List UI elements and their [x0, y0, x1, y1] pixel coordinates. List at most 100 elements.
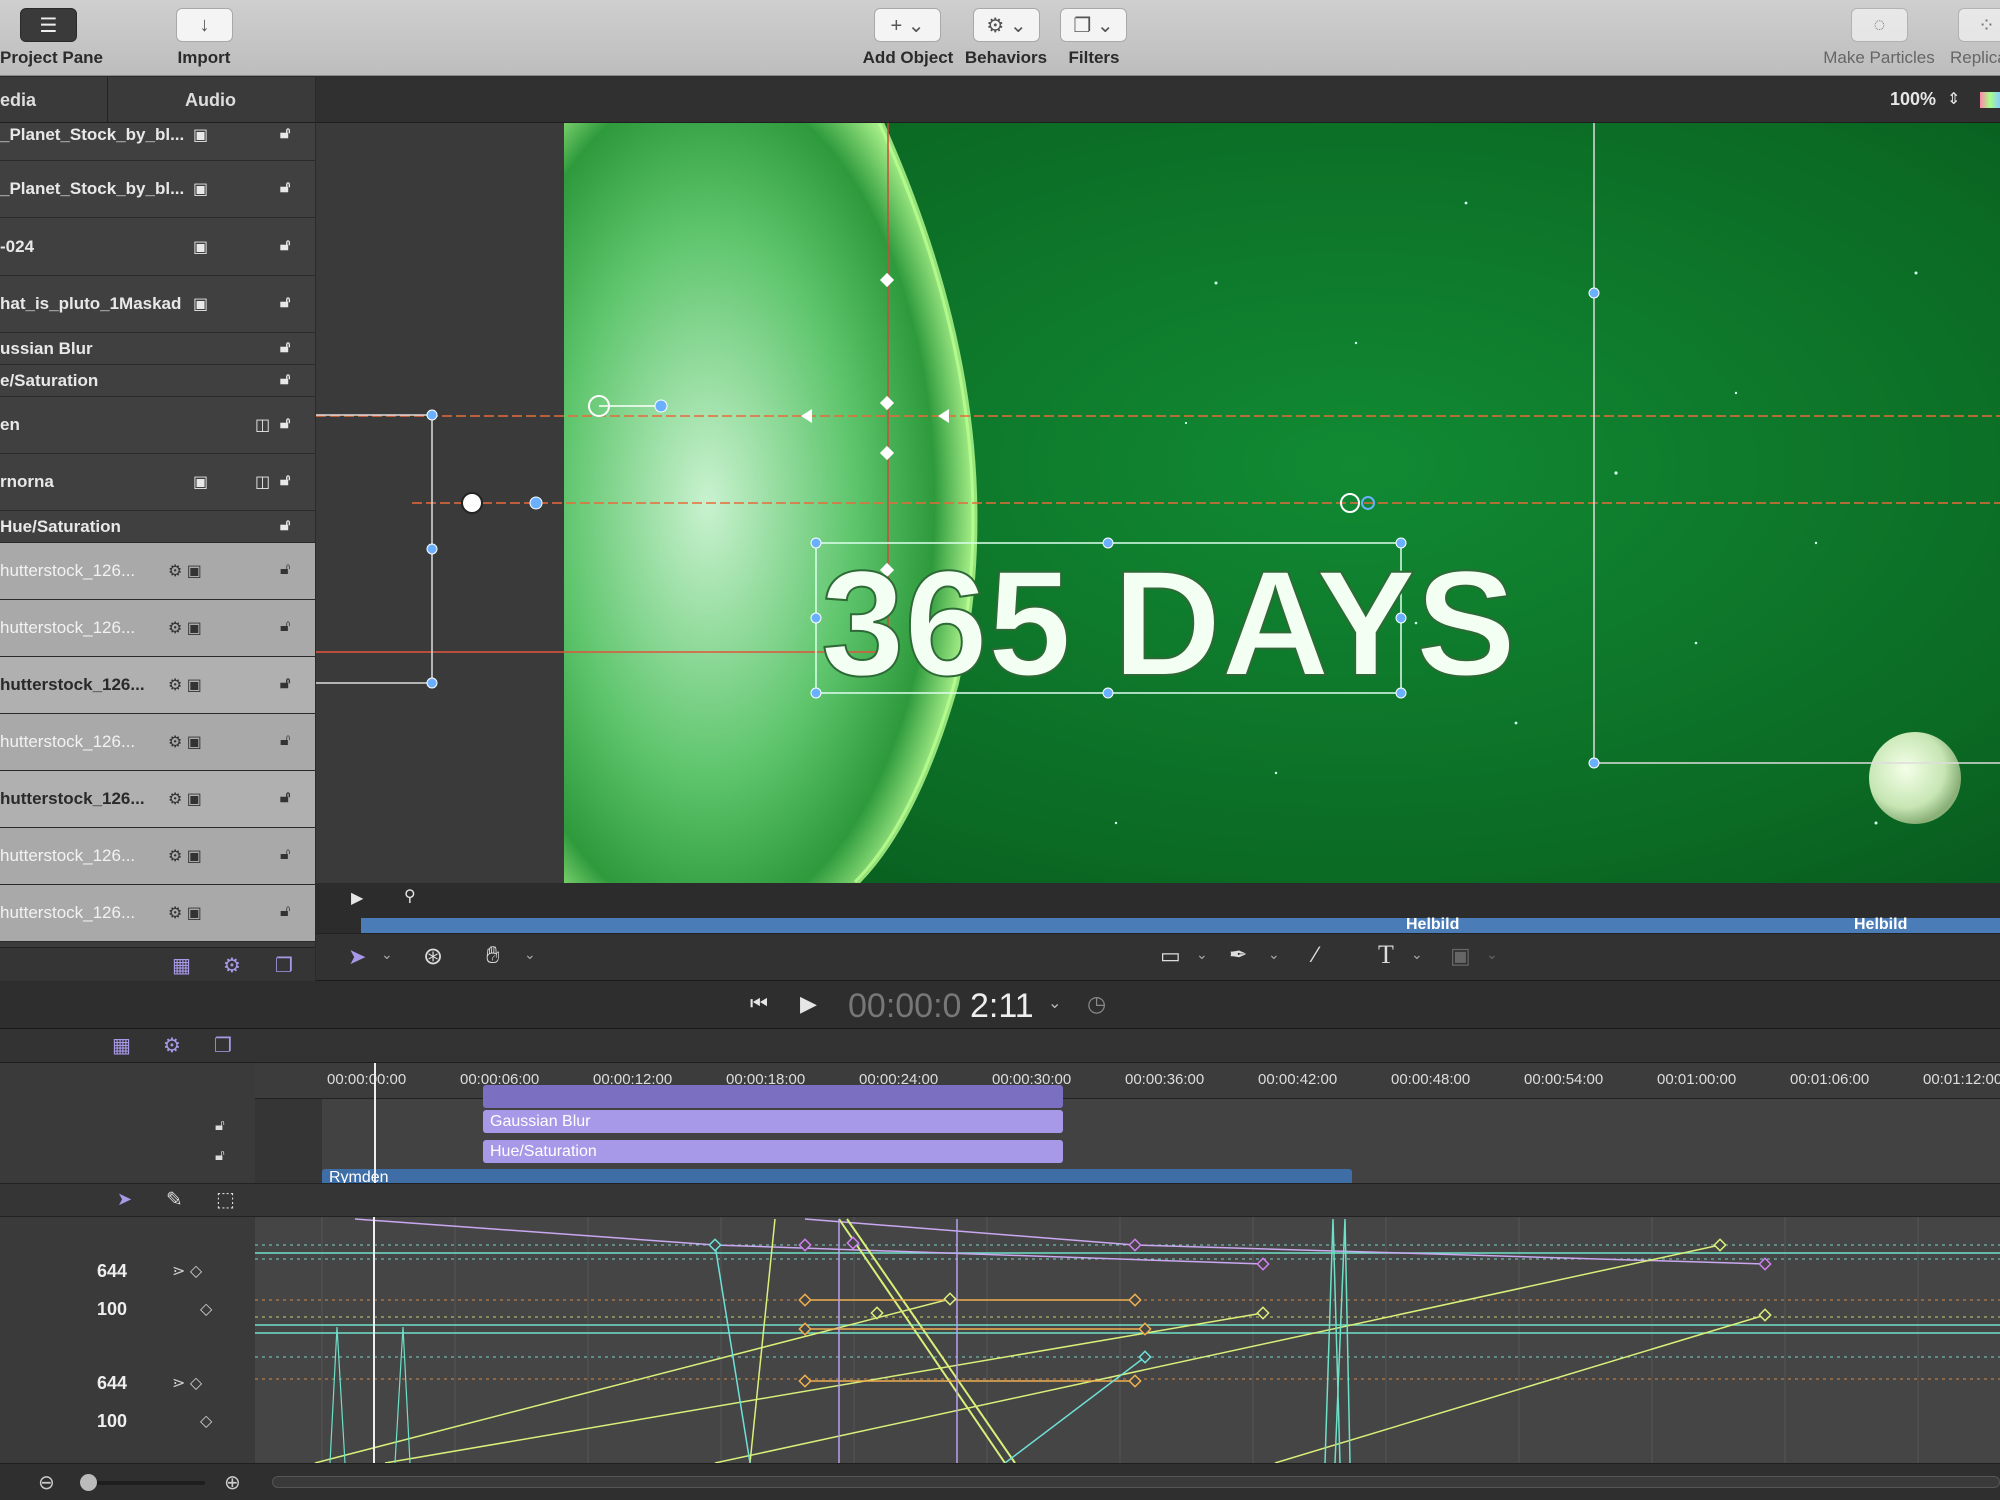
lock-icon[interactable]: 🔓︎: [280, 294, 290, 312]
playhead[interactable]: [374, 1063, 376, 1099]
lock-icon[interactable]: 🔓︎: [280, 517, 290, 535]
lock-icon[interactable]: 🔓︎: [280, 415, 290, 433]
chevron-down-icon[interactable]: ⌄: [1268, 946, 1280, 963]
keyframe-icon[interactable]: ◇: [200, 1299, 212, 1319]
keyframe-nav-icon[interactable]: ⋗ ◇: [172, 1261, 202, 1281]
box-select-icon[interactable]: ⬚: [216, 1187, 235, 1212]
handle[interactable]: [426, 677, 438, 689]
handle[interactable]: [810, 687, 822, 699]
gear-icon[interactable]: ⚙: [163, 1033, 181, 1058]
layer-row[interactable]: hutterstock_126... ⚙ ▣ 🔓︎: [0, 771, 315, 828]
lock-icon[interactable]: 🔓︎: [280, 561, 290, 579]
param-value[interactable]: 644: [62, 1373, 127, 1394]
select-arrow-icon[interactable]: ➤: [348, 944, 366, 970]
add-object-button[interactable]: + ⌄: [874, 8, 941, 42]
mask-icon[interactable]: ▣: [1450, 943, 1471, 969]
playhead-icon[interactable]: ⚲: [404, 886, 416, 906]
hand-icon[interactable]: ✋︎: [486, 942, 500, 970]
3d-orbit-icon[interactable]: ⊛: [423, 942, 443, 971]
timecode-bright[interactable]: 2:11: [970, 987, 1034, 1026]
checker-icon[interactable]: ▦: [112, 1033, 131, 1058]
skip-back-icon[interactable]: ⏮: [750, 993, 768, 1016]
text-tool-icon[interactable]: T: [1378, 940, 1394, 970]
chevron-down-icon[interactable]: ⌄: [1196, 946, 1208, 963]
lock-icon[interactable]: 🔓︎: [215, 1117, 225, 1134]
play-icon[interactable]: ▶: [800, 991, 817, 1017]
tab-audio[interactable]: Audio: [185, 77, 236, 123]
timecode-dim[interactable]: 00:00:0: [848, 987, 961, 1026]
chevron-down-icon[interactable]: ⌄: [1048, 993, 1061, 1013]
brush-icon[interactable]: ⁄: [1314, 942, 1318, 968]
lock-icon[interactable]: 🔓︎: [280, 125, 290, 143]
rectangle-icon[interactable]: ▭: [1160, 943, 1181, 969]
layer-row[interactable]: hutterstock_126... ⚙ ▣ 🔓︎: [0, 714, 315, 771]
lock-icon[interactable]: 🔓︎: [280, 339, 290, 357]
layer-row[interactable]: hutterstock_126... ⚙ ▣ 🔓︎: [0, 600, 315, 657]
timer-icon[interactable]: ◷: [1087, 991, 1106, 1017]
layer-row[interactable]: e/Saturation 🔓︎: [0, 365, 315, 397]
handle[interactable]: [1588, 287, 1600, 299]
tab-media[interactable]: edia: [0, 77, 108, 123]
import-button[interactable]: ↓: [176, 8, 233, 42]
param-value[interactable]: 100: [62, 1299, 127, 1320]
horizontal-scrollbar[interactable]: [272, 1476, 2000, 1488]
lock-icon[interactable]: 🔓︎: [280, 732, 290, 750]
layer-row[interactable]: _Planet_Stock_by_bl... ▣ 🔓︎: [0, 161, 315, 218]
filters-icon[interactable]: ❐: [275, 953, 293, 978]
in-point-icon[interactable]: ▶: [351, 888, 363, 908]
gaussian-blur-bar[interactable]: Gaussian Blur: [483, 1110, 1063, 1133]
filters-icon[interactable]: ❐: [214, 1033, 232, 1058]
handle[interactable]: [426, 409, 438, 421]
layer-row[interactable]: hutterstock_126... ⚙ ▣ 🔓︎: [0, 885, 315, 942]
handle[interactable]: [810, 612, 822, 624]
keyframe-graph[interactable]: [255, 1217, 2000, 1463]
canvas-viewport[interactable]: 365 DAYS: [316, 123, 2000, 883]
filters-button[interactable]: ❐ ⌄: [1060, 8, 1127, 42]
select-arrow-icon[interactable]: ➤: [117, 1189, 132, 1210]
layer-row[interactable]: _Planet_Stock_by_bl... ▣ 🔓︎: [0, 123, 315, 161]
lock-icon[interactable]: 🔓︎: [280, 371, 290, 389]
zoom-in-icon[interactable]: ⊕: [224, 1470, 241, 1495]
layer-row[interactable]: hutterstock_126... ⚙ ▣ 🔓︎: [0, 828, 315, 885]
lock-icon[interactable]: 🔓︎: [280, 675, 290, 693]
layer-row[interactable]: ussian Blur 🔓︎: [0, 333, 315, 365]
hue-saturation-bar[interactable]: Hue/Saturation: [483, 1140, 1063, 1163]
zoom-out-icon[interactable]: ⊖: [38, 1470, 55, 1495]
handle[interactable]: [1588, 757, 1600, 769]
chevron-down-icon[interactable]: ⌄: [1411, 946, 1423, 963]
lock-icon[interactable]: 🔓︎: [280, 789, 290, 807]
make-particles-button[interactable]: ◌: [1851, 8, 1908, 42]
handle[interactable]: [529, 496, 543, 510]
zoom-slider-track[interactable]: [80, 1481, 205, 1485]
lock-icon[interactable]: 🔓︎: [280, 179, 290, 197]
param-value[interactable]: 644: [62, 1261, 127, 1282]
gear-icon[interactable]: ⚙: [223, 953, 241, 978]
behaviors-button[interactable]: ⚙ ⌄: [973, 8, 1040, 42]
chevron-down-icon[interactable]: ⌄: [1486, 946, 1498, 963]
chevron-down-icon[interactable]: ⌄: [524, 946, 536, 963]
clip-bar[interactable]: [361, 918, 2000, 933]
layer-row[interactable]: hat_is_pluto_1Maskad ▣ 🔓︎: [0, 276, 315, 333]
layer-row[interactable]: hutterstock_126... ⚙ ▣ 🔓︎: [0, 657, 315, 714]
timeline-tracks[interactable]: Gaussian Blur Hue/Saturation Rymden: [255, 1085, 2000, 1183]
checker-icon[interactable]: ▦: [172, 953, 191, 978]
lock-icon[interactable]: 🔓︎: [280, 903, 290, 921]
replicate-button[interactable]: ⁘: [1958, 8, 2000, 42]
track-bar[interactable]: [483, 1085, 1063, 1108]
handle[interactable]: [810, 537, 822, 549]
pen-icon[interactable]: ✒: [1229, 942, 1247, 968]
title-text[interactable]: 365 DAYS: [820, 538, 1517, 708]
mini-timeline[interactable]: ▶ ⚲ Helbild Helbild: [316, 883, 2000, 933]
handle[interactable]: [426, 543, 438, 555]
lock-icon[interactable]: 🔓︎: [215, 1147, 225, 1164]
lock-icon[interactable]: 🔓︎: [280, 846, 290, 864]
zoom-level[interactable]: 100%: [1890, 89, 1936, 110]
lock-icon[interactable]: 🔓︎: [280, 472, 290, 490]
keyframe-icon[interactable]: ◇: [200, 1411, 212, 1431]
param-value[interactable]: 100: [62, 1411, 127, 1432]
layer-row[interactable]: rnorna ▣ ◫ 🔓︎: [0, 454, 315, 511]
chevron-down-icon[interactable]: ⌄: [381, 946, 393, 963]
lock-icon[interactable]: 🔓︎: [280, 237, 290, 255]
zoom-slider-thumb[interactable]: [80, 1474, 97, 1491]
project-pane-button[interactable]: ☰: [20, 8, 77, 42]
